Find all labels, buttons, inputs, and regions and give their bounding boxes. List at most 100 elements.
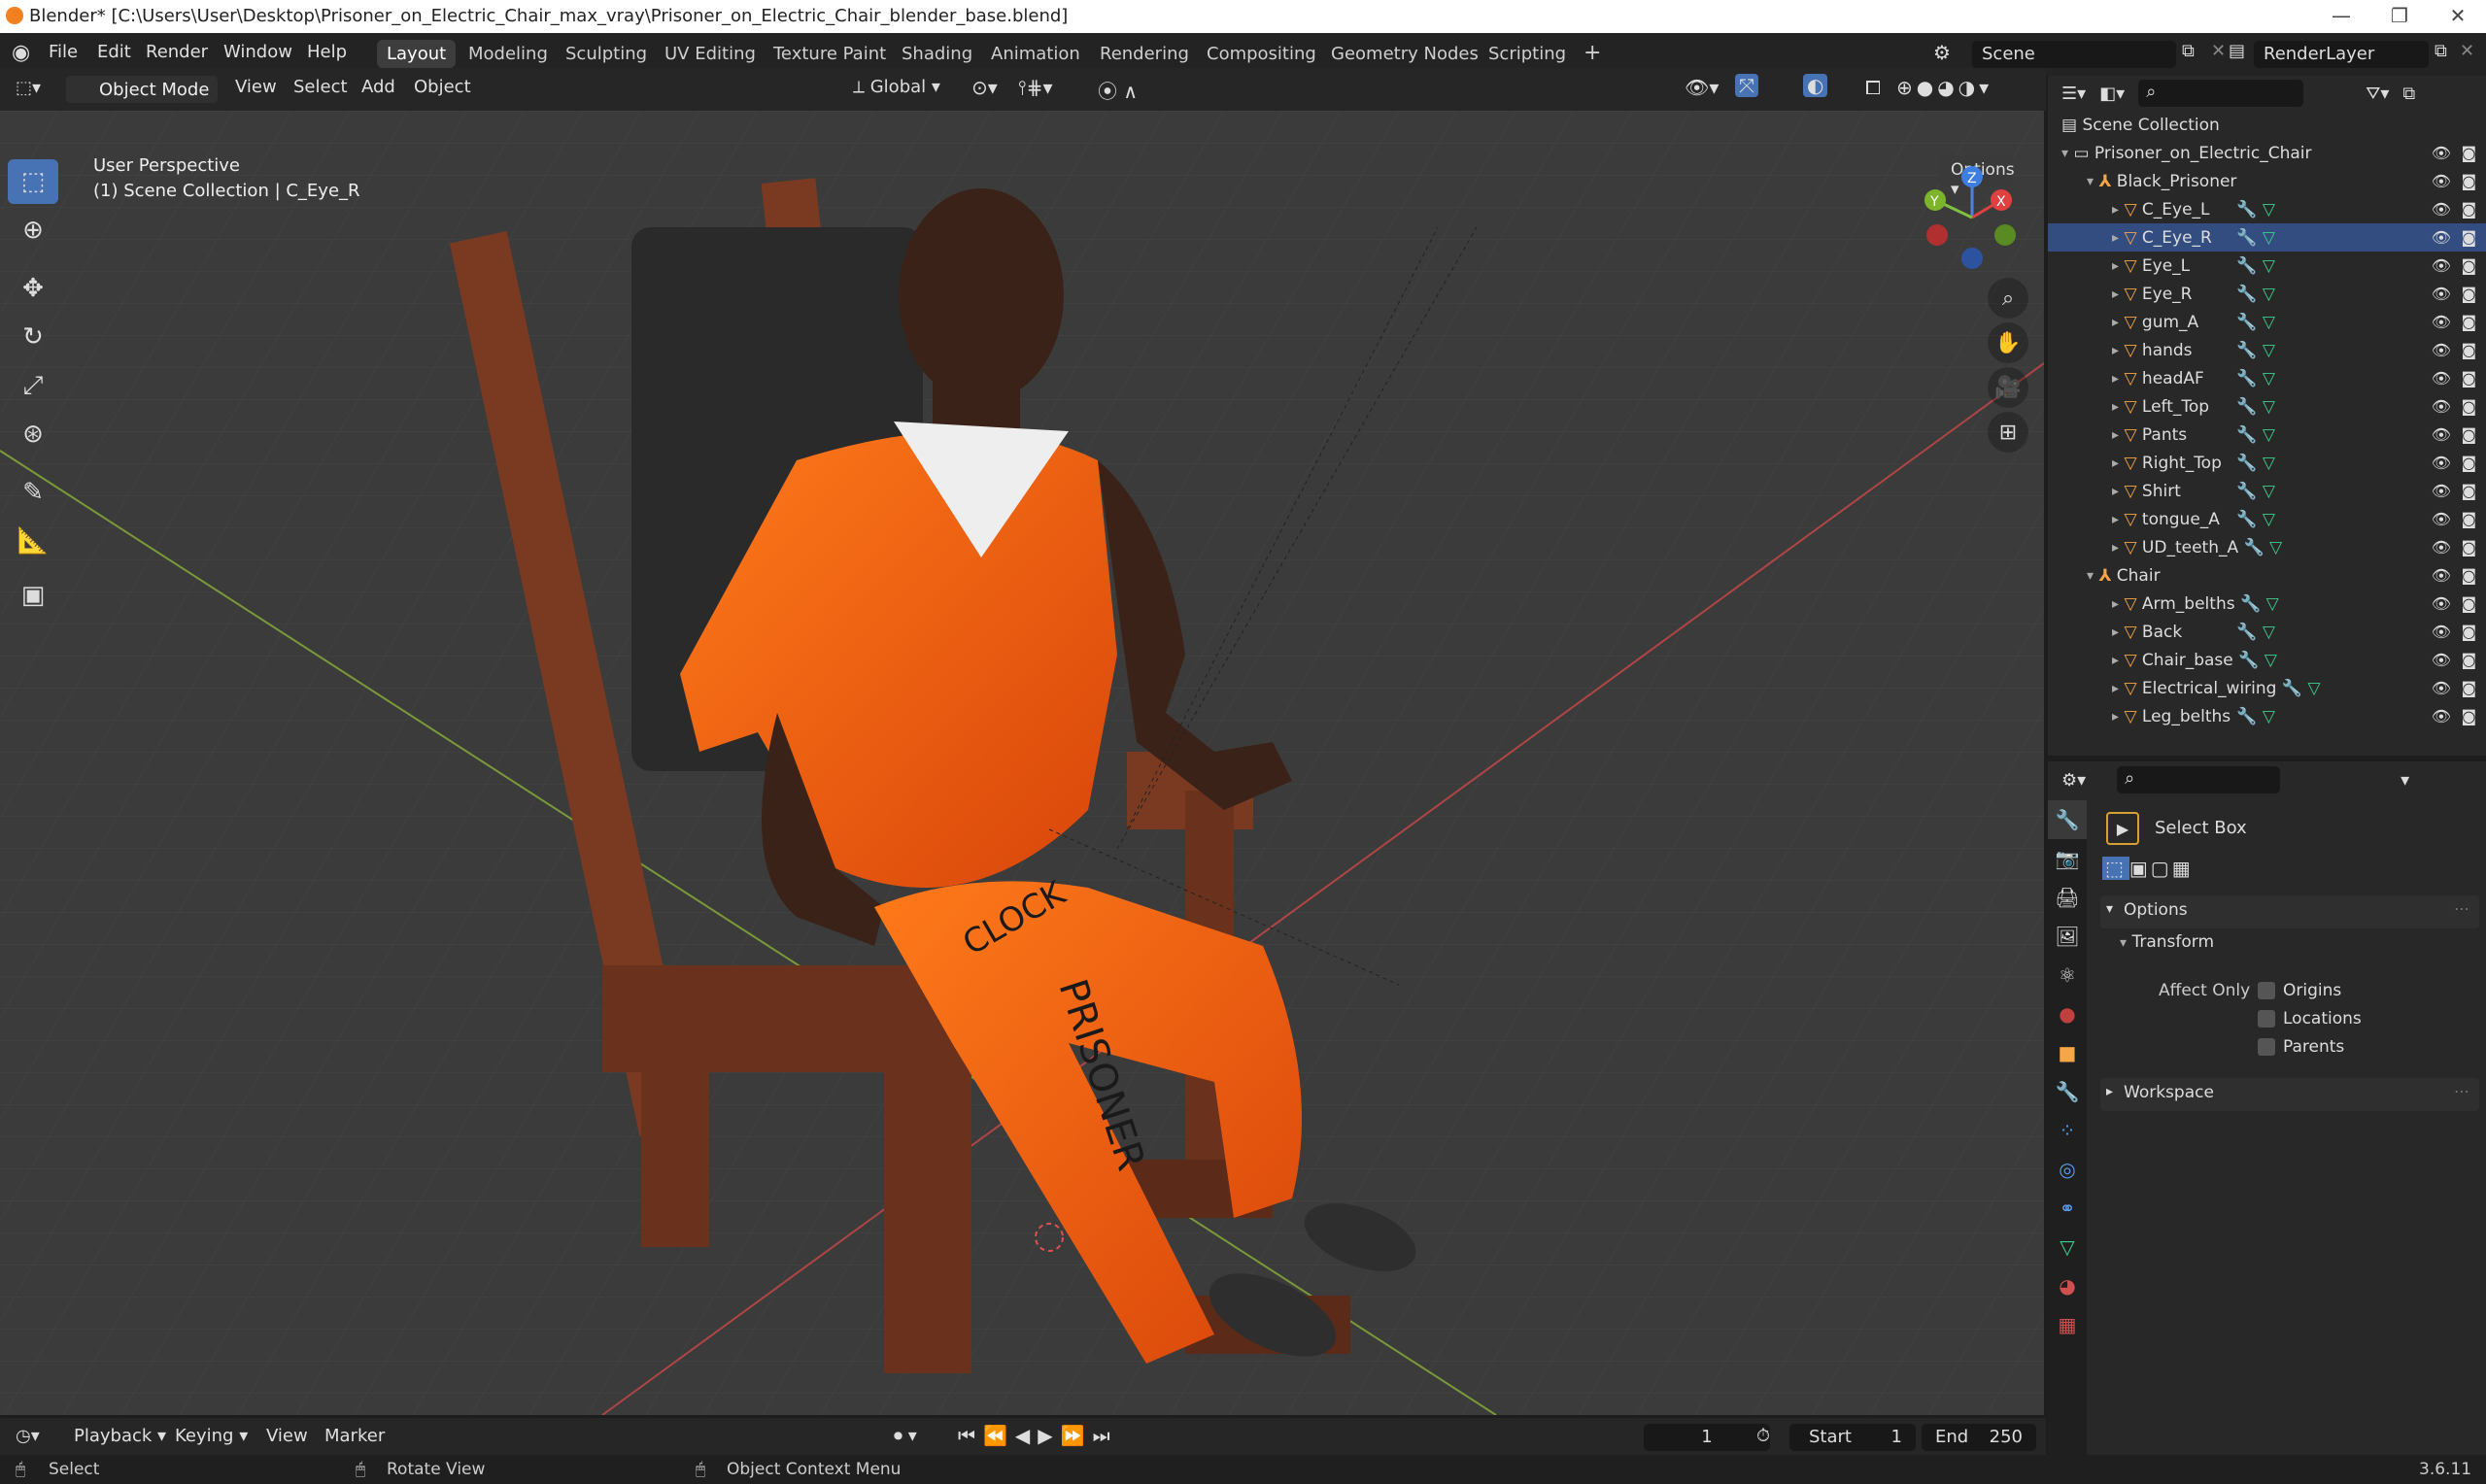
object-tab-icon[interactable]: ■ [2048, 1033, 2087, 1072]
material-tab-icon[interactable]: ◕ [2048, 1266, 2087, 1305]
outliner-item[interactable]: ▸ ▽ UD_teeth_A 🔧 ▽ 👁 ◙ [2048, 533, 2486, 561]
pan-hand-icon[interactable]: ✋ [1988, 322, 2028, 363]
eye-icon[interactable]: 👁 [2432, 200, 2451, 219]
display-mode-icon[interactable]: ◧▾ [2099, 84, 2125, 104]
visibility-icon[interactable]: 👁▾ [1685, 76, 1719, 99]
render-camera-icon[interactable]: ◙ [2461, 623, 2476, 641]
preview-range-icon[interactable]: ⏱ [1756, 1426, 1770, 1446]
render-camera-icon[interactable]: ◙ [2461, 594, 2476, 613]
render-camera-icon[interactable]: ◙ [2461, 510, 2476, 528]
tab-sculpting[interactable]: Sculpting [556, 40, 657, 68]
outliner-item[interactable]: ▸ ▽ Pants 🔧 ▽ 👁 ◙ [2048, 421, 2486, 449]
tab-scripting[interactable]: Scripting [1479, 40, 1576, 68]
render-camera-icon[interactable]: ◙ [2461, 707, 2476, 725]
eye-icon[interactable]: 👁 [2432, 454, 2451, 472]
tab-animation[interactable]: Animation [981, 40, 1090, 68]
workspace-panel-header[interactable]: ▸ Workspace ⋯ [2100, 1078, 2479, 1111]
camera-icon[interactable]: 🎥 [1988, 367, 2028, 408]
outliner-item[interactable]: ▸ ▽ Arm_belths 🔧 ▽ 👁 ◙ [2048, 590, 2486, 618]
menu-file[interactable]: File [49, 42, 78, 62]
render-camera-icon[interactable]: ◙ [2461, 679, 2476, 697]
eye-icon[interactable]: 👁 [2432, 172, 2451, 190]
end-frame-field[interactable]: End 250 [1922, 1424, 2036, 1451]
eye-icon[interactable]: 👁 [2432, 285, 2451, 303]
pivot-icon[interactable]: ⊙▾ [971, 76, 998, 99]
render-camera-icon[interactable]: ◙ [2461, 369, 2476, 388]
tab-shading[interactable]: Shading [892, 40, 982, 68]
start-frame-field[interactable]: Start 1 [1789, 1424, 1916, 1451]
eye-icon[interactable]: 👁 [2432, 144, 2451, 162]
keying-menu[interactable]: Keying ▾ [175, 1426, 248, 1446]
outliner-item[interactable]: ▸ ▽ gum_A 🔧 ▽ 👁 ◙ [2048, 308, 2486, 336]
outliner-item[interactable]: ▸ ▽ hands 🔧 ▽ 👁 ◙ [2048, 336, 2486, 364]
tab-uv-editing[interactable]: UV Editing [655, 40, 766, 68]
eye-icon[interactable]: 👁 [2432, 594, 2451, 613]
outliner-item[interactable]: ▸ ▽ Shirt 🔧 ▽ 👁 ◙ [2048, 477, 2486, 505]
marker-menu[interactable]: Marker [324, 1426, 385, 1446]
eye-icon[interactable]: 👁 [2432, 566, 2451, 585]
tab-layout[interactable]: Layout [377, 40, 457, 68]
annotate-icon[interactable]: ✎ [8, 470, 58, 515]
new-collection-icon[interactable]: ⧉ [2402, 84, 2415, 104]
scale-icon[interactable]: ⤢ [8, 363, 58, 408]
select-box-icon[interactable]: ⬚ [8, 159, 58, 204]
tab-modeling[interactable]: Modeling [459, 40, 558, 68]
eye-icon[interactable]: 👁 [2432, 510, 2451, 528]
render-camera-icon[interactable]: ◙ [2461, 341, 2476, 359]
menu-help[interactable]: Help [307, 42, 347, 62]
render-camera-icon[interactable]: ◙ [2461, 454, 2476, 472]
eye-icon[interactable]: 👁 [2432, 651, 2451, 669]
tool-tab-icon[interactable]: 🔧 [2048, 800, 2087, 839]
tab-rendering[interactable]: Rendering [1090, 40, 1199, 68]
render-tab-icon[interactable]: 📷 [2048, 839, 2087, 878]
menu-object[interactable]: Object [414, 77, 471, 97]
timeline-view-menu[interactable]: View [266, 1426, 308, 1446]
add-cube-icon[interactable]: ▣ [8, 573, 58, 618]
cursor-icon[interactable]: ⊕ [8, 208, 58, 253]
new-scene-icon[interactable]: ⧉ [2182, 41, 2195, 61]
tab-geometry-nodes[interactable]: Geometry Nodes [1321, 40, 1488, 68]
minimize-icon[interactable]: — [2322, 4, 2361, 27]
collection-row[interactable]: ▾ ▭ Prisoner_on_Electric_Chair 👁 ◙ [2048, 139, 2486, 167]
eye-icon[interactable]: 👁 [2432, 397, 2451, 416]
parents-checkbox[interactable]: Parents [2258, 1037, 2344, 1057]
options-panel-header[interactable]: ▾ Options ⋯ [2100, 895, 2479, 928]
proportional-edit-icon[interactable]: ⦿ ∧ [1098, 76, 1138, 104]
outliner-search-input[interactable]: ⌕ [2138, 80, 2304, 107]
menu-render[interactable]: Render [146, 42, 208, 62]
new-layer-icon[interactable]: ⧉ [2435, 41, 2447, 61]
properties-editor-icon[interactable]: ⚙▾ [2061, 770, 2086, 791]
zoom-icon[interactable]: ⌕ [1988, 278, 2028, 319]
outliner-item[interactable]: ▸ ▽ C_Eye_L 🔧 ▽ 👁 ◙ [2048, 195, 2486, 223]
outliner-item[interactable]: ▸ ▽ Eye_R 🔧 ▽ 👁 ◙ [2048, 280, 2486, 308]
blender-menu-icon[interactable]: ◉ [12, 41, 30, 65]
shading-modes-icon[interactable]: ⊕●◕◑▾ [1896, 76, 1992, 99]
menu-window[interactable]: Window [223, 42, 292, 62]
eye-icon[interactable]: 👁 [2432, 482, 2451, 500]
eye-icon[interactable]: 👁 [2432, 679, 2451, 697]
grid-view-icon[interactable]: ⊞ [1988, 412, 2028, 453]
particles-tab-icon[interactable]: ⁘ [2048, 1111, 2087, 1150]
modifier-tab-icon[interactable]: 🔧 [2048, 1072, 2087, 1111]
menu-select[interactable]: Select [293, 77, 348, 97]
editor-type-icon[interactable]: ⬚▾ [16, 78, 41, 98]
scene-field[interactable]: Scene [1972, 41, 2176, 68]
outliner-item[interactable]: ▸ ▽ Leg_belths 🔧 ▽ 👁 ◙ [2048, 702, 2486, 730]
outliner-group-black_prisoner[interactable]: ▾ ⅄ Black_Prisoner 👁 ◙ [2048, 167, 2486, 195]
menu-view[interactable]: View [235, 77, 277, 97]
render-camera-icon[interactable]: ◙ [2461, 566, 2476, 585]
outliner-item[interactable]: ▸ ▽ Right_Top 🔧 ▽ 👁 ◙ [2048, 449, 2486, 477]
eye-icon[interactable]: 👁 [2432, 425, 2451, 444]
move-icon[interactable]: ✥ [8, 266, 58, 311]
outliner-group-chair[interactable]: ▾ ⅄ Chair 👁 ◙ [2048, 561, 2486, 590]
navigation-gizmo[interactable]: Z X Y [1914, 159, 2030, 276]
eye-icon[interactable]: 👁 [2432, 538, 2451, 556]
properties-search-input[interactable]: ⌕ [2117, 766, 2281, 793]
tool-mode-icons[interactable]: ⬚ ▣▢▦ [2102, 857, 2194, 880]
overlay-toggle-icon[interactable]: ◐ [1803, 74, 1828, 97]
transform-subpanel[interactable]: ▾ Transform [2120, 932, 2214, 952]
tab-compositing[interactable]: Compositing [1197, 40, 1326, 68]
delete-layer-icon[interactable]: ✕ [2460, 41, 2474, 61]
outliner-item[interactable]: ▸ ▽ Electrical_wiring 🔧 ▽ 👁 ◙ [2048, 674, 2486, 702]
playback-menu[interactable]: Playback ▾ [74, 1426, 166, 1446]
